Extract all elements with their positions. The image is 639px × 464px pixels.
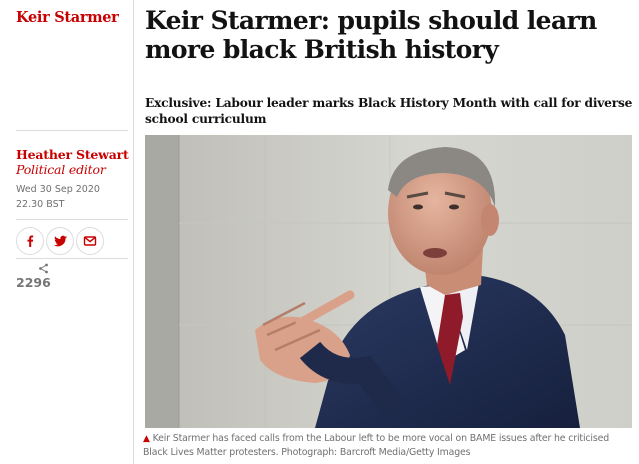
author-role: Political editor	[16, 162, 106, 177]
caption-triangle-icon: ▲	[143, 434, 150, 444]
share-count: 2296	[16, 258, 128, 290]
headline: Keir Starmer: pupils should learn more b…	[145, 6, 597, 64]
share-count-value: 2296	[16, 275, 51, 290]
photo-caption: ▲ Keir Starmer has faced calls from the …	[143, 432, 635, 460]
facebook-icon	[27, 235, 34, 247]
share-twitter-button[interactable]	[46, 227, 74, 255]
share-facebook-button[interactable]	[16, 227, 44, 255]
standfirst: Exclusive: Labour leader marks Black His…	[145, 96, 633, 126]
article-photo	[145, 135, 632, 428]
byline: Heather Stewart Political editor Wed 30 …	[16, 130, 129, 212]
section-tag-link[interactable]: Keir Starmer	[16, 9, 119, 26]
email-icon	[83, 236, 97, 246]
author-name-link[interactable]: Heather Stewart	[16, 147, 129, 162]
share-email-button[interactable]	[76, 227, 104, 255]
publication-date: Wed 30 Sep 2020 22.30 BST	[16, 184, 100, 210]
twitter-icon	[53, 235, 67, 247]
photo-illustration	[145, 135, 632, 428]
share-icon	[39, 263, 48, 274]
share-buttons	[16, 219, 128, 255]
caption-text: Keir Starmer has faced calls from the La…	[143, 433, 610, 458]
left-column: Keir Starmer Heather Stewart Political e…	[0, 0, 134, 464]
